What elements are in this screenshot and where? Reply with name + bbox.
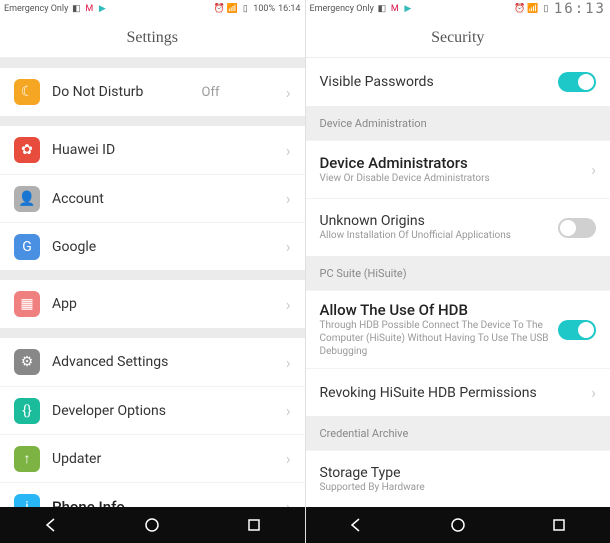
gmail-icon: M	[84, 4, 94, 14]
sublabel: Supported By Hardware	[320, 481, 597, 494]
status-bar: Emergency Only ◧ M ▶ ⏰ 📶 ▯ 16:13	[306, 0, 610, 18]
app-icon: ◧	[71, 4, 81, 14]
row-device-administrators[interactable]: Device Administrators View Or Disable De…	[306, 140, 610, 198]
label: Allow The Use Of HDB	[320, 301, 559, 319]
row-allow-hdb[interactable]: Allow The Use Of HDB Through HDB Possibl…	[306, 290, 610, 368]
label: Google	[52, 239, 96, 255]
security-pane: Emergency Only ◧ M ▶ ⏰ 📶 ▯ 16:13 Securit…	[305, 0, 610, 543]
update-icon: ↑	[14, 446, 40, 472]
row-google[interactable]: G Google ›	[0, 222, 305, 270]
sublabel: Through HDB Possible Connect The Device …	[320, 319, 559, 358]
carrier-text: Emergency Only	[4, 4, 68, 14]
label: Device Administrators	[320, 154, 592, 172]
moon-icon: ☾	[14, 79, 40, 105]
row-revoke-hisuite[interactable]: Revoking HiSuite HDB Permissions ›	[306, 368, 610, 416]
chevron-right-icon: ›	[286, 353, 291, 372]
section-pc-suite: PC Suite (HiSuite)	[306, 256, 610, 290]
home-button[interactable]	[141, 514, 163, 536]
label: Phone Info	[52, 498, 125, 508]
label: App	[52, 296, 77, 312]
page-title: Security	[306, 18, 610, 58]
nav-bar	[0, 507, 305, 543]
row-unknown-origins[interactable]: Unknown Origins Allow Installation Of Un…	[306, 198, 610, 256]
label: Revoking HiSuite HDB Permissions	[320, 385, 537, 401]
section-credential-archive: Credential Archive	[306, 416, 610, 450]
row-visible-passwords[interactable]: Visible Passwords	[306, 58, 610, 106]
settings-pane: Emergency Only ◧ M ▶ ⏰ 📶 ▯ 100% 16:14 Se…	[0, 0, 305, 543]
chevron-right-icon: ›	[286, 141, 291, 160]
app-icon: ◧	[377, 4, 387, 14]
carrier-text: Emergency Only	[310, 4, 374, 14]
chevron-right-icon: ›	[286, 449, 291, 468]
play-icon: ▶	[403, 4, 413, 14]
chevron-right-icon: ›	[286, 83, 291, 102]
person-icon: 👤	[14, 186, 40, 212]
battery-text: 100%	[253, 4, 275, 14]
chevron-right-icon: ›	[591, 383, 596, 402]
recent-button[interactable]	[548, 514, 570, 536]
label: Updater	[52, 451, 101, 467]
play-icon: ▶	[97, 4, 107, 14]
row-updater[interactable]: ↑ Updater ›	[0, 434, 305, 482]
label: Huawei ID	[52, 142, 115, 158]
toggle-allow-hdb[interactable]	[558, 320, 596, 340]
alarm-icon: ⏰	[515, 4, 525, 14]
label: Storage Type	[320, 465, 597, 481]
row-huawei-id[interactable]: ✿ Huawei ID ›	[0, 126, 305, 174]
huawei-icon: ✿	[14, 137, 40, 163]
chevron-right-icon: ›	[286, 497, 291, 507]
label: Visible Passwords	[320, 74, 434, 90]
sim-icon: ▯	[541, 4, 551, 14]
row-advanced-settings[interactable]: ⚙ Advanced Settings ›	[0, 338, 305, 386]
sim-icon: ▯	[240, 4, 250, 14]
row-account[interactable]: 👤 Account ›	[0, 174, 305, 222]
row-do-not-disturb[interactable]: ☾ Do Not Disturb Off ›	[0, 68, 305, 116]
label: Advanced Settings	[52, 354, 168, 370]
nav-bar	[306, 507, 610, 543]
clock-text: 16:14	[278, 4, 300, 14]
status-bar: Emergency Only ◧ M ▶ ⏰ 📶 ▯ 100% 16:14	[0, 0, 305, 18]
apps-icon: ▦	[14, 291, 40, 317]
row-developer-options[interactable]: {} Developer Options ›	[0, 386, 305, 434]
label: Account	[52, 191, 104, 207]
value: Off	[202, 85, 220, 100]
label: Do Not Disturb	[52, 84, 143, 100]
home-button[interactable]	[447, 514, 469, 536]
gear-icon: ⚙	[14, 349, 40, 375]
page-title: Settings	[0, 18, 305, 58]
back-button[interactable]	[345, 514, 367, 536]
wifi-icon: 📶	[528, 4, 538, 14]
info-icon: i	[14, 494, 40, 508]
row-storage-type: Storage Type Supported By Hardware	[306, 450, 610, 507]
toggle-visible-passwords[interactable]	[558, 72, 596, 92]
wifi-icon: 📶	[227, 4, 237, 14]
chevron-right-icon: ›	[591, 160, 596, 179]
label: Unknown Origins	[320, 213, 559, 229]
recent-button[interactable]	[243, 514, 265, 536]
toggle-unknown-origins[interactable]	[558, 218, 596, 238]
chevron-right-icon: ›	[286, 401, 291, 420]
chevron-right-icon: ›	[286, 189, 291, 208]
row-app[interactable]: ▦ App ›	[0, 280, 305, 328]
chevron-right-icon: ›	[286, 237, 291, 256]
back-button[interactable]	[40, 514, 62, 536]
label: Developer Options	[52, 403, 166, 419]
sublabel: View Or Disable Device Administrators	[320, 172, 592, 185]
sublabel: Allow Installation Of Unofficial Applica…	[320, 229, 559, 242]
google-icon: G	[14, 234, 40, 260]
row-phone-info[interactable]: i Phone Info ›	[0, 482, 305, 507]
gmail-icon: M	[390, 4, 400, 14]
section-device-administration: Device Administration	[306, 106, 610, 140]
chevron-right-icon: ›	[286, 295, 291, 314]
developer-icon: {}	[14, 398, 40, 424]
alarm-icon: ⏰	[214, 4, 224, 14]
clock-text: 16:13	[554, 1, 606, 17]
